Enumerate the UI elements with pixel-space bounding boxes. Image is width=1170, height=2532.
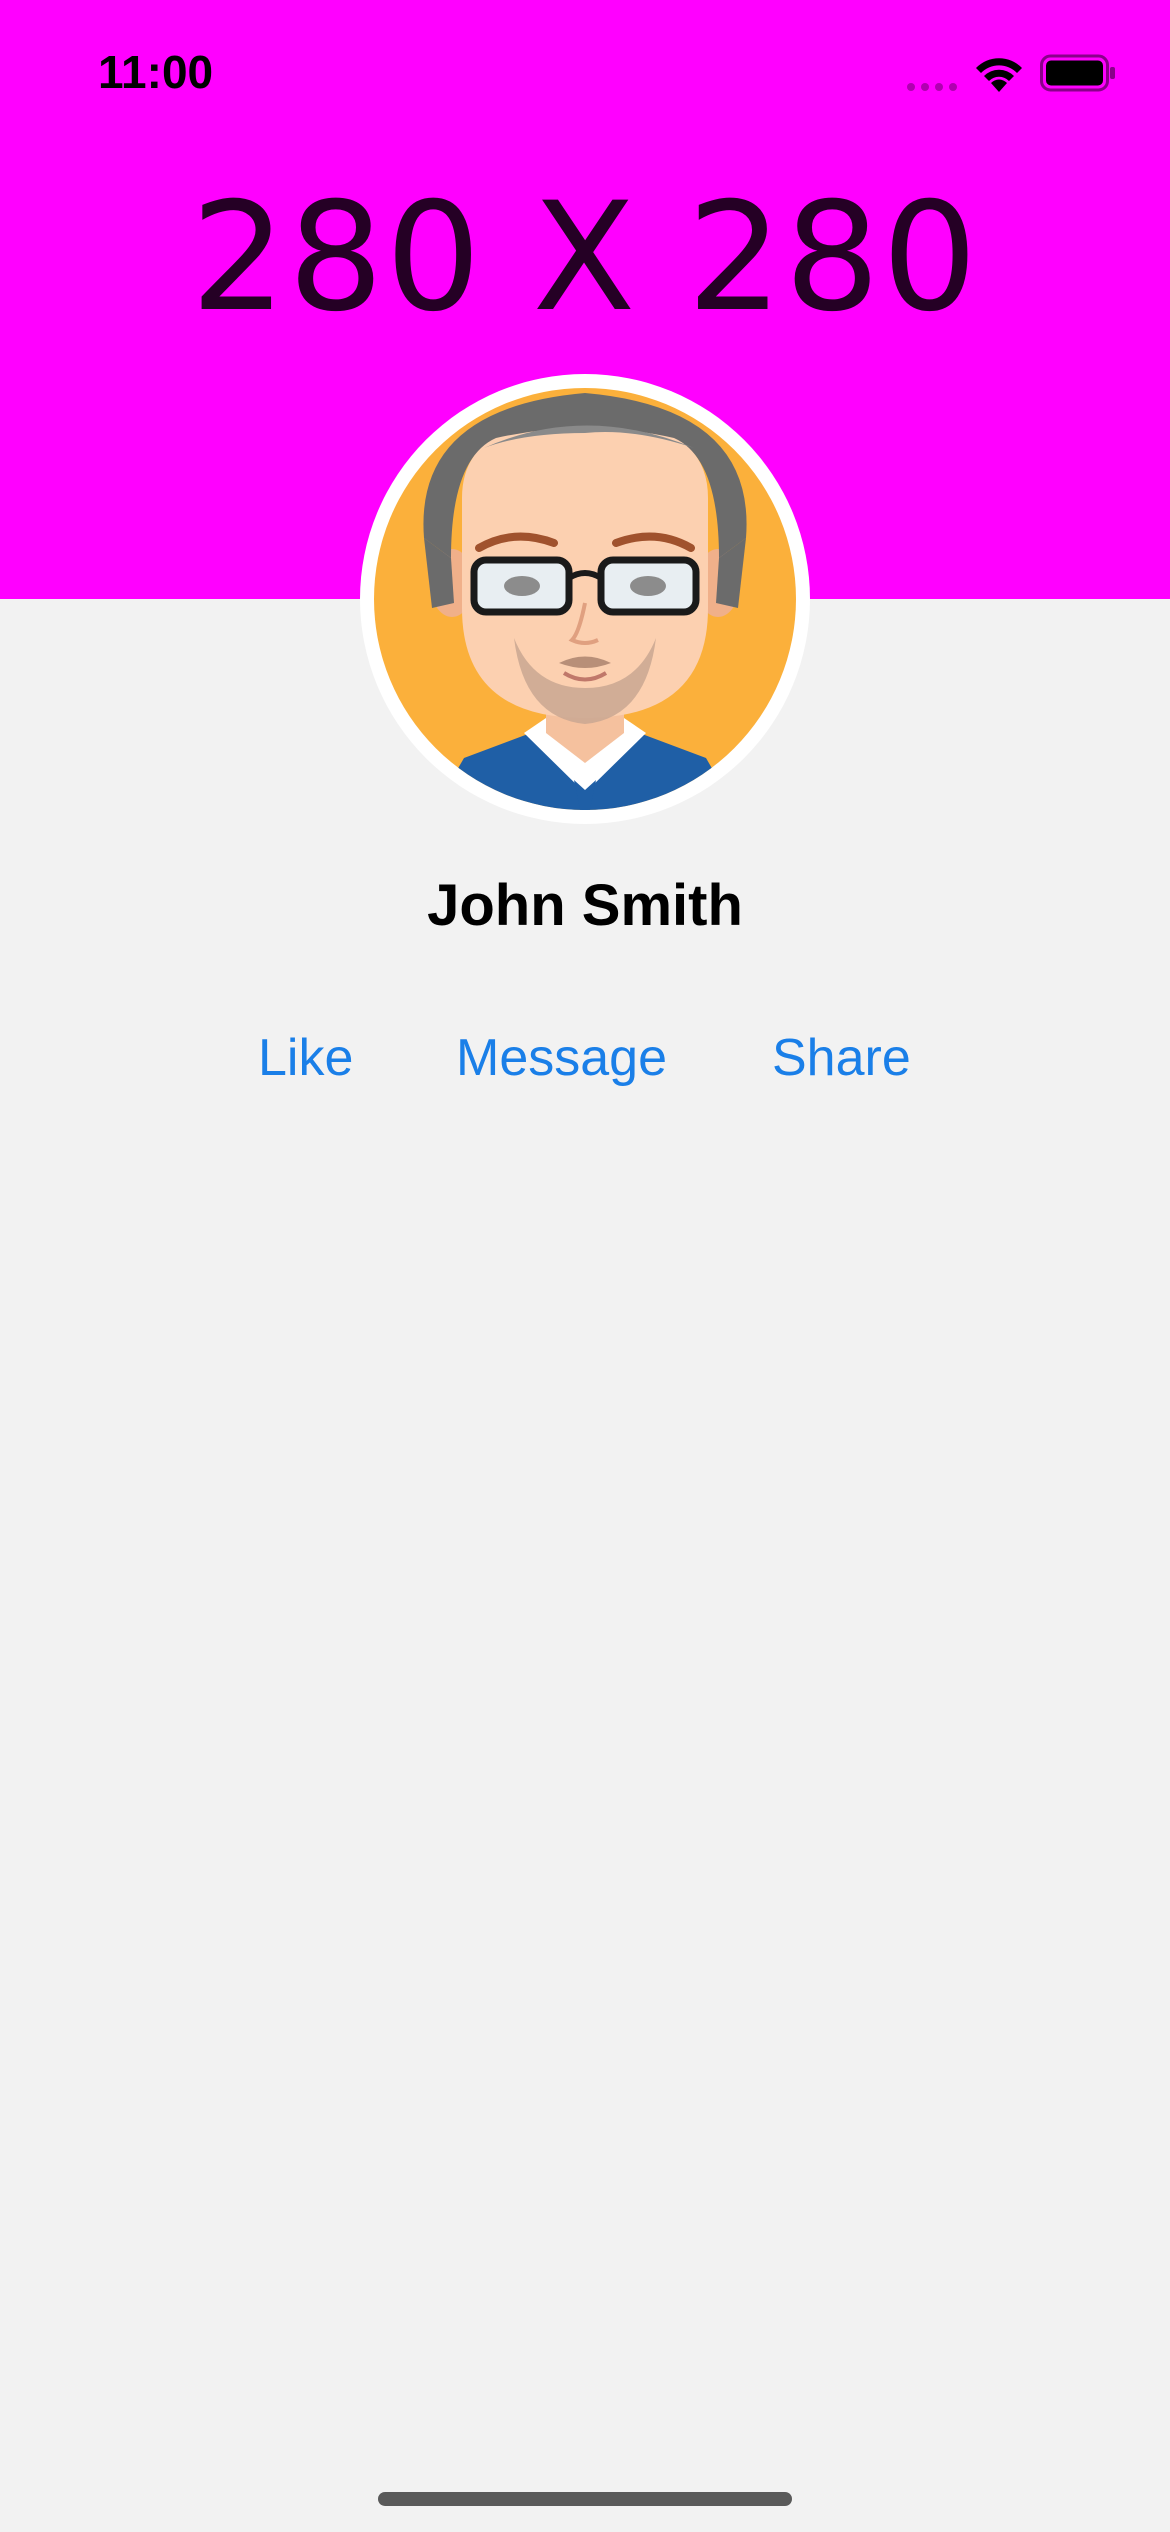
profile-name: John Smith [427, 873, 743, 938]
message-button[interactable]: Message [456, 1018, 667, 1098]
share-button[interactable]: Share [772, 1018, 911, 1098]
profile-avatar[interactable] [360, 374, 810, 824]
like-button[interactable]: Like [258, 1018, 353, 1098]
banner-placeholder-text: 280 X 280 [190, 171, 980, 345]
profile-screen: 280 X 280 11:00 John Smith Like Message … [0, 0, 1170, 2532]
battery-icon [1040, 54, 1115, 92]
home-indicator[interactable] [378, 2492, 792, 2506]
profile-actions: Like Message Share [0, 1018, 1170, 1098]
person-avatar-icon [374, 388, 796, 810]
status-bar-time: 11:00 [98, 46, 214, 98]
wifi-icon [976, 58, 1022, 92]
cellular-signal-icon [907, 83, 957, 91]
